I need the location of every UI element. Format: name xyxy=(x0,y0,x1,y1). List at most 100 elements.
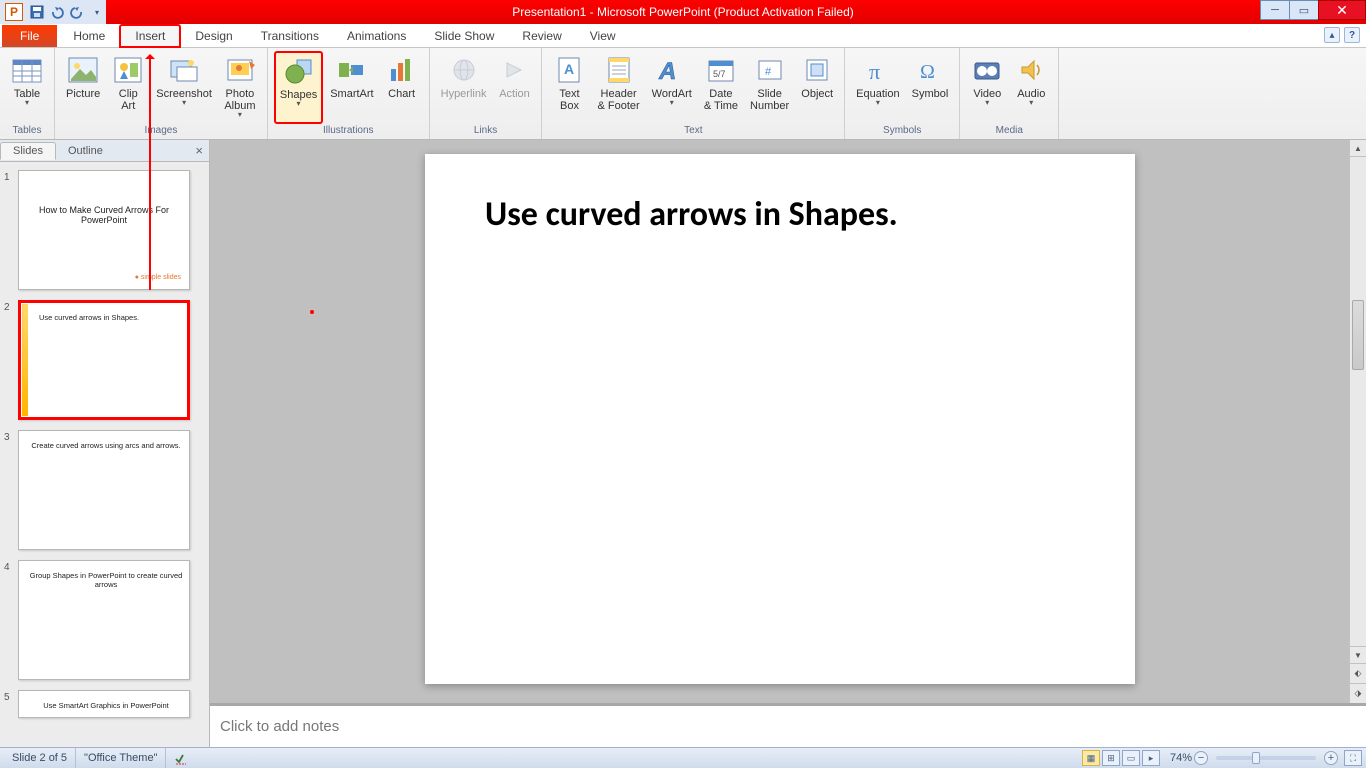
group-label: Symbols xyxy=(883,124,921,138)
slide-panel: Slides Outline × 1 How to Make Curved Ar… xyxy=(0,140,210,747)
reading-view-button[interactable]: ▭ xyxy=(1122,750,1140,766)
panel-close-icon[interactable]: × xyxy=(195,143,203,158)
textbox-button[interactable]: AText Box xyxy=(548,51,590,124)
audio-button[interactable]: Audio▾ xyxy=(1010,51,1052,124)
zoom-knob[interactable] xyxy=(1252,752,1260,764)
group-tables: Table ▾ Tables xyxy=(0,48,55,139)
scroll-down-icon[interactable]: ▼ xyxy=(1350,646,1366,663)
ribbon-tabs: File Home Insert Design Transitions Anim… xyxy=(0,24,1366,48)
photo-album-button[interactable]: Photo Album▾ xyxy=(219,51,261,124)
photo-album-icon xyxy=(224,54,256,86)
thumbnail-5[interactable]: Use SmartArt Graphics in PowerPoint xyxy=(18,690,190,718)
picture-icon xyxy=(67,54,99,86)
tab-home[interactable]: Home xyxy=(59,24,119,47)
tab-insert[interactable]: Insert xyxy=(119,24,181,48)
zoom-slider[interactable] xyxy=(1216,756,1316,760)
normal-view-button[interactable]: ▦ xyxy=(1082,750,1100,766)
thumbnail-3[interactable]: Create curved arrows using arcs and arro… xyxy=(18,430,190,550)
slideshow-view-button[interactable]: ▸ xyxy=(1142,750,1160,766)
audio-icon xyxy=(1015,54,1047,86)
next-slide-button[interactable]: ⬗ xyxy=(1350,683,1366,703)
tab-file[interactable]: File xyxy=(2,25,57,47)
datetime-icon: 5/7 xyxy=(705,54,737,86)
prev-slide-button[interactable]: ⬖ xyxy=(1350,663,1366,683)
close-button[interactable]: ✕ xyxy=(1318,0,1366,20)
zoom-in-button[interactable]: + xyxy=(1324,751,1338,765)
scroll-up-icon[interactable]: ▲ xyxy=(1350,140,1366,157)
svg-text:Ω: Ω xyxy=(920,61,935,83)
thumbnail-4[interactable]: Group Shapes in PowerPoint to create cur… xyxy=(18,560,190,680)
wordart-icon: A xyxy=(656,54,688,86)
group-links: Hyperlink Action Links xyxy=(430,48,543,139)
slide-title[interactable]: Use curved arrows in Shapes. xyxy=(425,154,1135,235)
equation-button[interactable]: πEquation▾ xyxy=(851,51,904,124)
screenshot-button[interactable]: Screenshot▾ xyxy=(151,51,217,124)
clipart-icon xyxy=(112,54,144,86)
scroll-thumb[interactable] xyxy=(1352,300,1364,370)
screenshot-icon xyxy=(168,54,200,86)
slide-number-button[interactable]: #Slide Number xyxy=(745,51,794,124)
vertical-scrollbar[interactable]: ▲ ▼ ⬖ ⬗ xyxy=(1349,140,1366,703)
maximize-button[interactable]: ▭ xyxy=(1289,0,1319,20)
app-icon: P xyxy=(5,3,23,21)
hyperlink-icon xyxy=(448,54,480,86)
group-label: Illustrations xyxy=(323,124,374,138)
svg-text:#: # xyxy=(765,66,772,78)
group-label: Tables xyxy=(13,124,42,138)
chevron-down-icon: ▾ xyxy=(1029,100,1033,106)
annotation-dot xyxy=(310,310,314,314)
header-footer-button[interactable]: Header & Footer xyxy=(592,51,644,124)
minimize-button[interactable]: ─ xyxy=(1260,0,1290,20)
group-text: AText Box Header & Footer AWordArt▾ 5/7D… xyxy=(542,48,845,139)
datetime-button[interactable]: 5/7Date & Time xyxy=(699,51,743,124)
chart-button[interactable]: Chart xyxy=(381,51,423,124)
notes-pane[interactable]: Click to add notes xyxy=(210,703,1366,747)
save-button[interactable] xyxy=(28,3,46,21)
panel-tab-slides[interactable]: Slides xyxy=(0,142,56,160)
wordart-button[interactable]: AWordArt▾ xyxy=(647,51,697,124)
undo-button[interactable] xyxy=(48,3,66,21)
help-icon[interactable]: ? xyxy=(1344,27,1360,43)
tab-review[interactable]: Review xyxy=(508,24,575,47)
slide-canvas[interactable]: Use curved arrows in Shapes. xyxy=(425,154,1135,684)
qat-customize-icon[interactable]: ▾ xyxy=(88,3,106,21)
thumbnail-2[interactable]: Use curved arrows in Shapes. xyxy=(18,300,190,420)
thumbnail-1[interactable]: How to Make Curved Arrows For PowerPoint… xyxy=(18,170,190,290)
video-button[interactable]: Video▾ xyxy=(966,51,1008,124)
group-images: Picture Clip Art Screenshot▾ Photo Album… xyxy=(55,48,268,139)
editor-area: Use curved arrows in Shapes. ▲ ▼ ⬖ ⬗ Cli… xyxy=(210,140,1366,747)
symbol-button[interactable]: ΩSymbol xyxy=(907,51,954,124)
title-bar: P ▾ Presentation1 - Microsoft PowerPoint… xyxy=(0,0,1366,24)
svg-text:A: A xyxy=(564,61,574,77)
object-button[interactable]: Object xyxy=(796,51,838,124)
tab-transitions[interactable]: Transitions xyxy=(247,24,333,47)
redo-button[interactable] xyxy=(68,3,86,21)
panel-tab-outline[interactable]: Outline xyxy=(56,143,115,159)
tab-animations[interactable]: Animations xyxy=(333,24,420,47)
zoom-out-button[interactable]: − xyxy=(1194,751,1208,765)
slide-canvas-area[interactable]: Use curved arrows in Shapes. ▲ ▼ ⬖ ⬗ xyxy=(210,140,1366,703)
thumb-number: 1 xyxy=(4,170,18,290)
action-button: Action xyxy=(493,51,535,124)
picture-button[interactable]: Picture xyxy=(61,51,105,124)
tab-view[interactable]: View xyxy=(576,24,630,47)
window-controls: ─ ▭ ✕ xyxy=(1261,0,1366,20)
clipart-button[interactable]: Clip Art xyxy=(107,51,149,124)
notes-placeholder: Click to add notes xyxy=(220,718,339,735)
video-icon xyxy=(971,54,1003,86)
tab-slideshow[interactable]: Slide Show xyxy=(420,24,508,47)
shapes-button[interactable]: Shapes▾ xyxy=(274,51,323,124)
svg-text:A: A xyxy=(658,58,676,83)
smartart-button[interactable]: SmartArt xyxy=(325,51,378,124)
status-spellcheck-icon[interactable] xyxy=(166,748,196,768)
table-button[interactable]: Table ▾ xyxy=(6,51,48,124)
group-symbols: πEquation▾ ΩSymbol Symbols xyxy=(845,48,960,139)
textbox-icon: A xyxy=(553,54,585,86)
tab-design[interactable]: Design xyxy=(181,24,246,47)
chevron-down-icon: ▾ xyxy=(238,112,242,118)
sorter-view-button[interactable]: ⊞ xyxy=(1102,750,1120,766)
fit-window-button[interactable]: ⛶ xyxy=(1344,750,1362,766)
thumbnail-list[interactable]: 1 How to Make Curved Arrows For PowerPoi… xyxy=(0,162,209,747)
selection-indicator xyxy=(22,304,28,416)
ribbon-minimize-icon[interactable]: ▴ xyxy=(1324,27,1340,43)
